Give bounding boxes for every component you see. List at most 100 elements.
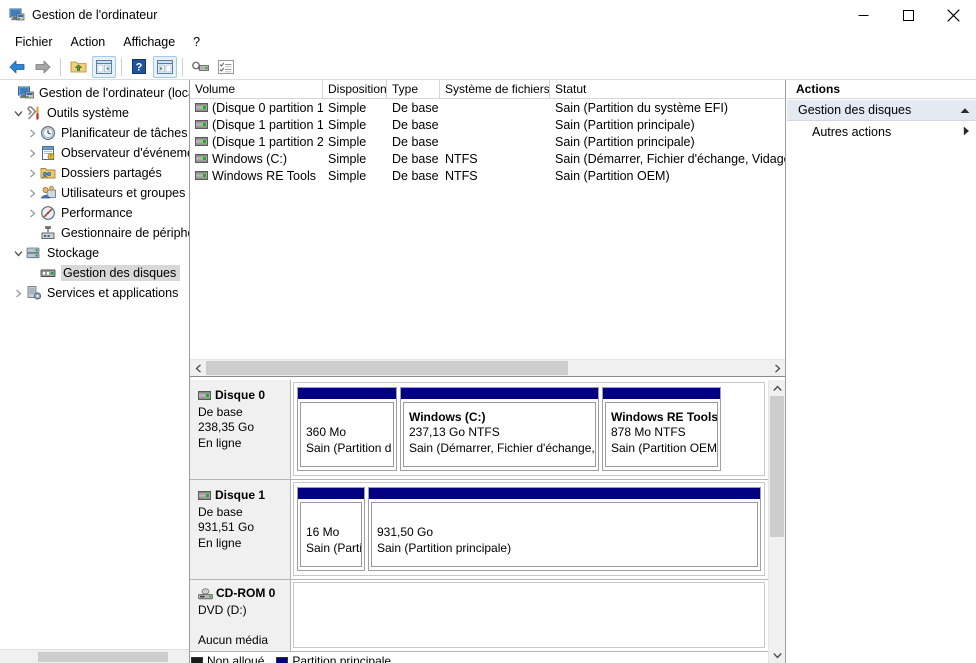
computer-management-icon [9, 7, 25, 23]
tree-scrollbar-thumb[interactable] [38, 652, 168, 662]
cdrom-0-media-area[interactable] [293, 582, 765, 648]
expander-expanded-icon[interactable] [10, 103, 26, 123]
cdrom-0-info[interactable]: CD-ROM 0 DVD (D:) Aucun média [190, 580, 291, 651]
disk-1[interactable]: Disque 1 De base 931,51 Go En ligne 16 M… [190, 480, 768, 580]
help-icon[interactable]: ? [127, 56, 151, 78]
tree-item-services-applications[interactable]: Services et applications [0, 283, 189, 303]
tree-horizontal-scrollbar[interactable] [0, 649, 189, 663]
partition-size: 878 Mo NTFS [611, 425, 686, 439]
cdrom-0-title-row: CD-ROM 0 [198, 586, 290, 602]
column-type[interactable]: Type [387, 80, 440, 98]
scrollbar-track[interactable] [769, 396, 785, 647]
type-cell: De base [392, 100, 439, 115]
expander-none [24, 223, 40, 243]
expander-collapsed-icon[interactable] [24, 123, 40, 143]
tree-item-label: Outils système [47, 106, 129, 120]
tree-item-label: Observateur d'événeme [61, 146, 189, 160]
disk-0[interactable]: Disque 0 De base 238,35 Go En ligne 360 … [190, 380, 768, 480]
tree-item-stockage[interactable]: Stockage [0, 243, 189, 263]
disk-0-info[interactable]: Disque 0 De base 238,35 Go En ligne [190, 380, 291, 479]
actions-group-gestion-des-disques[interactable]: Gestion des disques [787, 99, 976, 121]
tree-item-utilisateurs-groupes[interactable]: Utilisateurs et groupes l [0, 183, 189, 203]
partition[interactable]: 931,50 Go Sain (Partition principale) [368, 487, 761, 571]
maximize-button[interactable] [886, 0, 931, 30]
expander-collapsed-icon[interactable] [24, 163, 40, 183]
scroll-down-icon[interactable] [769, 647, 785, 663]
column-disposition[interactable]: Disposition [323, 80, 387, 98]
tree-item-outils-systeme[interactable]: Outils système [0, 103, 189, 123]
table-row[interactable]: (Disque 1 partition 1) Simple De base Sa… [190, 116, 785, 133]
toolbar-separator-3 [182, 57, 183, 76]
users-groups-icon [40, 185, 56, 201]
partition[interactable]: 16 Mo Sain (Partitio [297, 487, 365, 571]
partition-size: 16 Mo [306, 525, 340, 539]
partition[interactable]: Windows RE Tools 878 Mo NTFS Sain (Parti… [602, 387, 721, 471]
chevron-up-icon[interactable] [960, 103, 970, 117]
partition-size: 931,50 Go [377, 525, 434, 539]
volume-label: (Disque 1 partition 1) [212, 117, 323, 132]
menu-fichier[interactable]: Fichier [6, 32, 62, 52]
column-systeme-fichiers[interactable]: Système de fichiers [440, 80, 550, 98]
partition[interactable]: 360 Mo Sain (Partition d [297, 387, 397, 471]
scrollbar-thumb[interactable] [770, 396, 784, 537]
volume-label: (Disque 0 partition 1) [212, 100, 323, 115]
column-volume[interactable]: Volume [190, 80, 323, 98]
partition-color-bar [298, 388, 396, 401]
cdrom-0[interactable]: CD-ROM 0 DVD (D:) Aucun média [190, 580, 768, 652]
tree-item-gestion-disques[interactable]: Gestion des disques [0, 263, 189, 283]
volume-cell: Windows (C:) [190, 152, 323, 166]
tree-item-performance[interactable]: Performance [0, 203, 189, 223]
menu-action[interactable]: Action [62, 32, 115, 52]
minimize-button[interactable] [841, 0, 886, 30]
computer-management-window: Gestion de l'ordinateur Fichier Action A… [0, 0, 976, 663]
show-hide-tree-icon[interactable] [92, 55, 116, 78]
table-row[interactable]: (Disque 1 partition 2) Simple De base Sa… [190, 133, 785, 150]
volume-cell: (Disque 1 partition 1) [190, 118, 323, 132]
rescan-disks-icon[interactable] [188, 56, 212, 78]
table-row[interactable]: (Disque 0 partition 1) Simple De base Sa… [190, 99, 785, 116]
column-statut[interactable]: Statut [550, 80, 785, 98]
disk-state: En ligne [198, 535, 242, 550]
legend-item-partition-principale: Partition principale [276, 654, 391, 663]
disk-state: En ligne [198, 435, 242, 450]
disk-graphic-vertical-scrollbar[interactable] [768, 380, 785, 663]
tree-item-planificateur-taches[interactable]: Planificateur de tâches [0, 123, 189, 143]
close-button[interactable] [931, 0, 976, 30]
type-cell: De base [392, 134, 439, 149]
expander-collapsed-icon[interactable] [10, 283, 26, 303]
table-row[interactable]: Windows RE Tools Simple De base NTFS Sai… [190, 167, 785, 184]
menu-aide[interactable]: ? [184, 32, 209, 52]
disk-1-info[interactable]: Disque 1 De base 931,51 Go En ligne [190, 480, 291, 579]
partition[interactable]: Windows (C:) 237,13 Go NTFS Sain (Démarr… [400, 387, 599, 471]
scroll-up-icon[interactable] [769, 380, 785, 396]
back-icon[interactable] [5, 56, 29, 78]
partition-details: Windows RE Tools 878 Mo NTFS Sain (Parti… [605, 402, 718, 467]
caret-right-icon[interactable] [963, 125, 970, 139]
scrollbar-track[interactable] [206, 360, 769, 376]
table-row[interactable]: Windows (C:) Simple De base NTFS Sain (D… [190, 150, 785, 167]
expander-collapsed-icon[interactable] [24, 143, 40, 163]
forward-icon[interactable] [31, 56, 55, 78]
console-tree: Gestion de l'ordinateur (local) Outils s… [0, 80, 189, 649]
expander-collapsed-icon[interactable] [24, 203, 40, 223]
menu-affichage[interactable]: Affichage [114, 32, 184, 52]
scroll-left-icon[interactable] [190, 360, 206, 376]
scrollbar-thumb[interactable] [206, 361, 568, 375]
services-icon [26, 285, 42, 301]
show-action-pane-icon[interactable] [153, 55, 177, 78]
tree-item-dossiers-partages[interactable]: Dossiers partagés [0, 163, 189, 183]
volume-list-horizontal-scrollbar[interactable] [190, 359, 785, 376]
up-folder-icon[interactable] [66, 56, 90, 78]
tree-item-gestion-ordinateur[interactable]: Gestion de l'ordinateur (local) [0, 83, 189, 103]
tree-item-gestionnaire-peripheriques[interactable]: Gestionnaire de périphé [0, 223, 189, 243]
window-title: Gestion de l'ordinateur [32, 8, 158, 22]
device-manager-icon [40, 225, 56, 241]
tree-item-observateur-evenements[interactable]: ! Observateur d'événeme [0, 143, 189, 163]
expander-expanded-icon[interactable] [10, 243, 26, 263]
expander-collapsed-icon[interactable] [24, 183, 40, 203]
scroll-right-icon[interactable] [769, 360, 785, 376]
properties-icon[interactable] [214, 56, 238, 78]
tree-item-label: Gestionnaire de périphé [61, 226, 189, 240]
action-autres-actions[interactable]: Autres actions [787, 121, 976, 143]
disk-icon [198, 391, 211, 401]
